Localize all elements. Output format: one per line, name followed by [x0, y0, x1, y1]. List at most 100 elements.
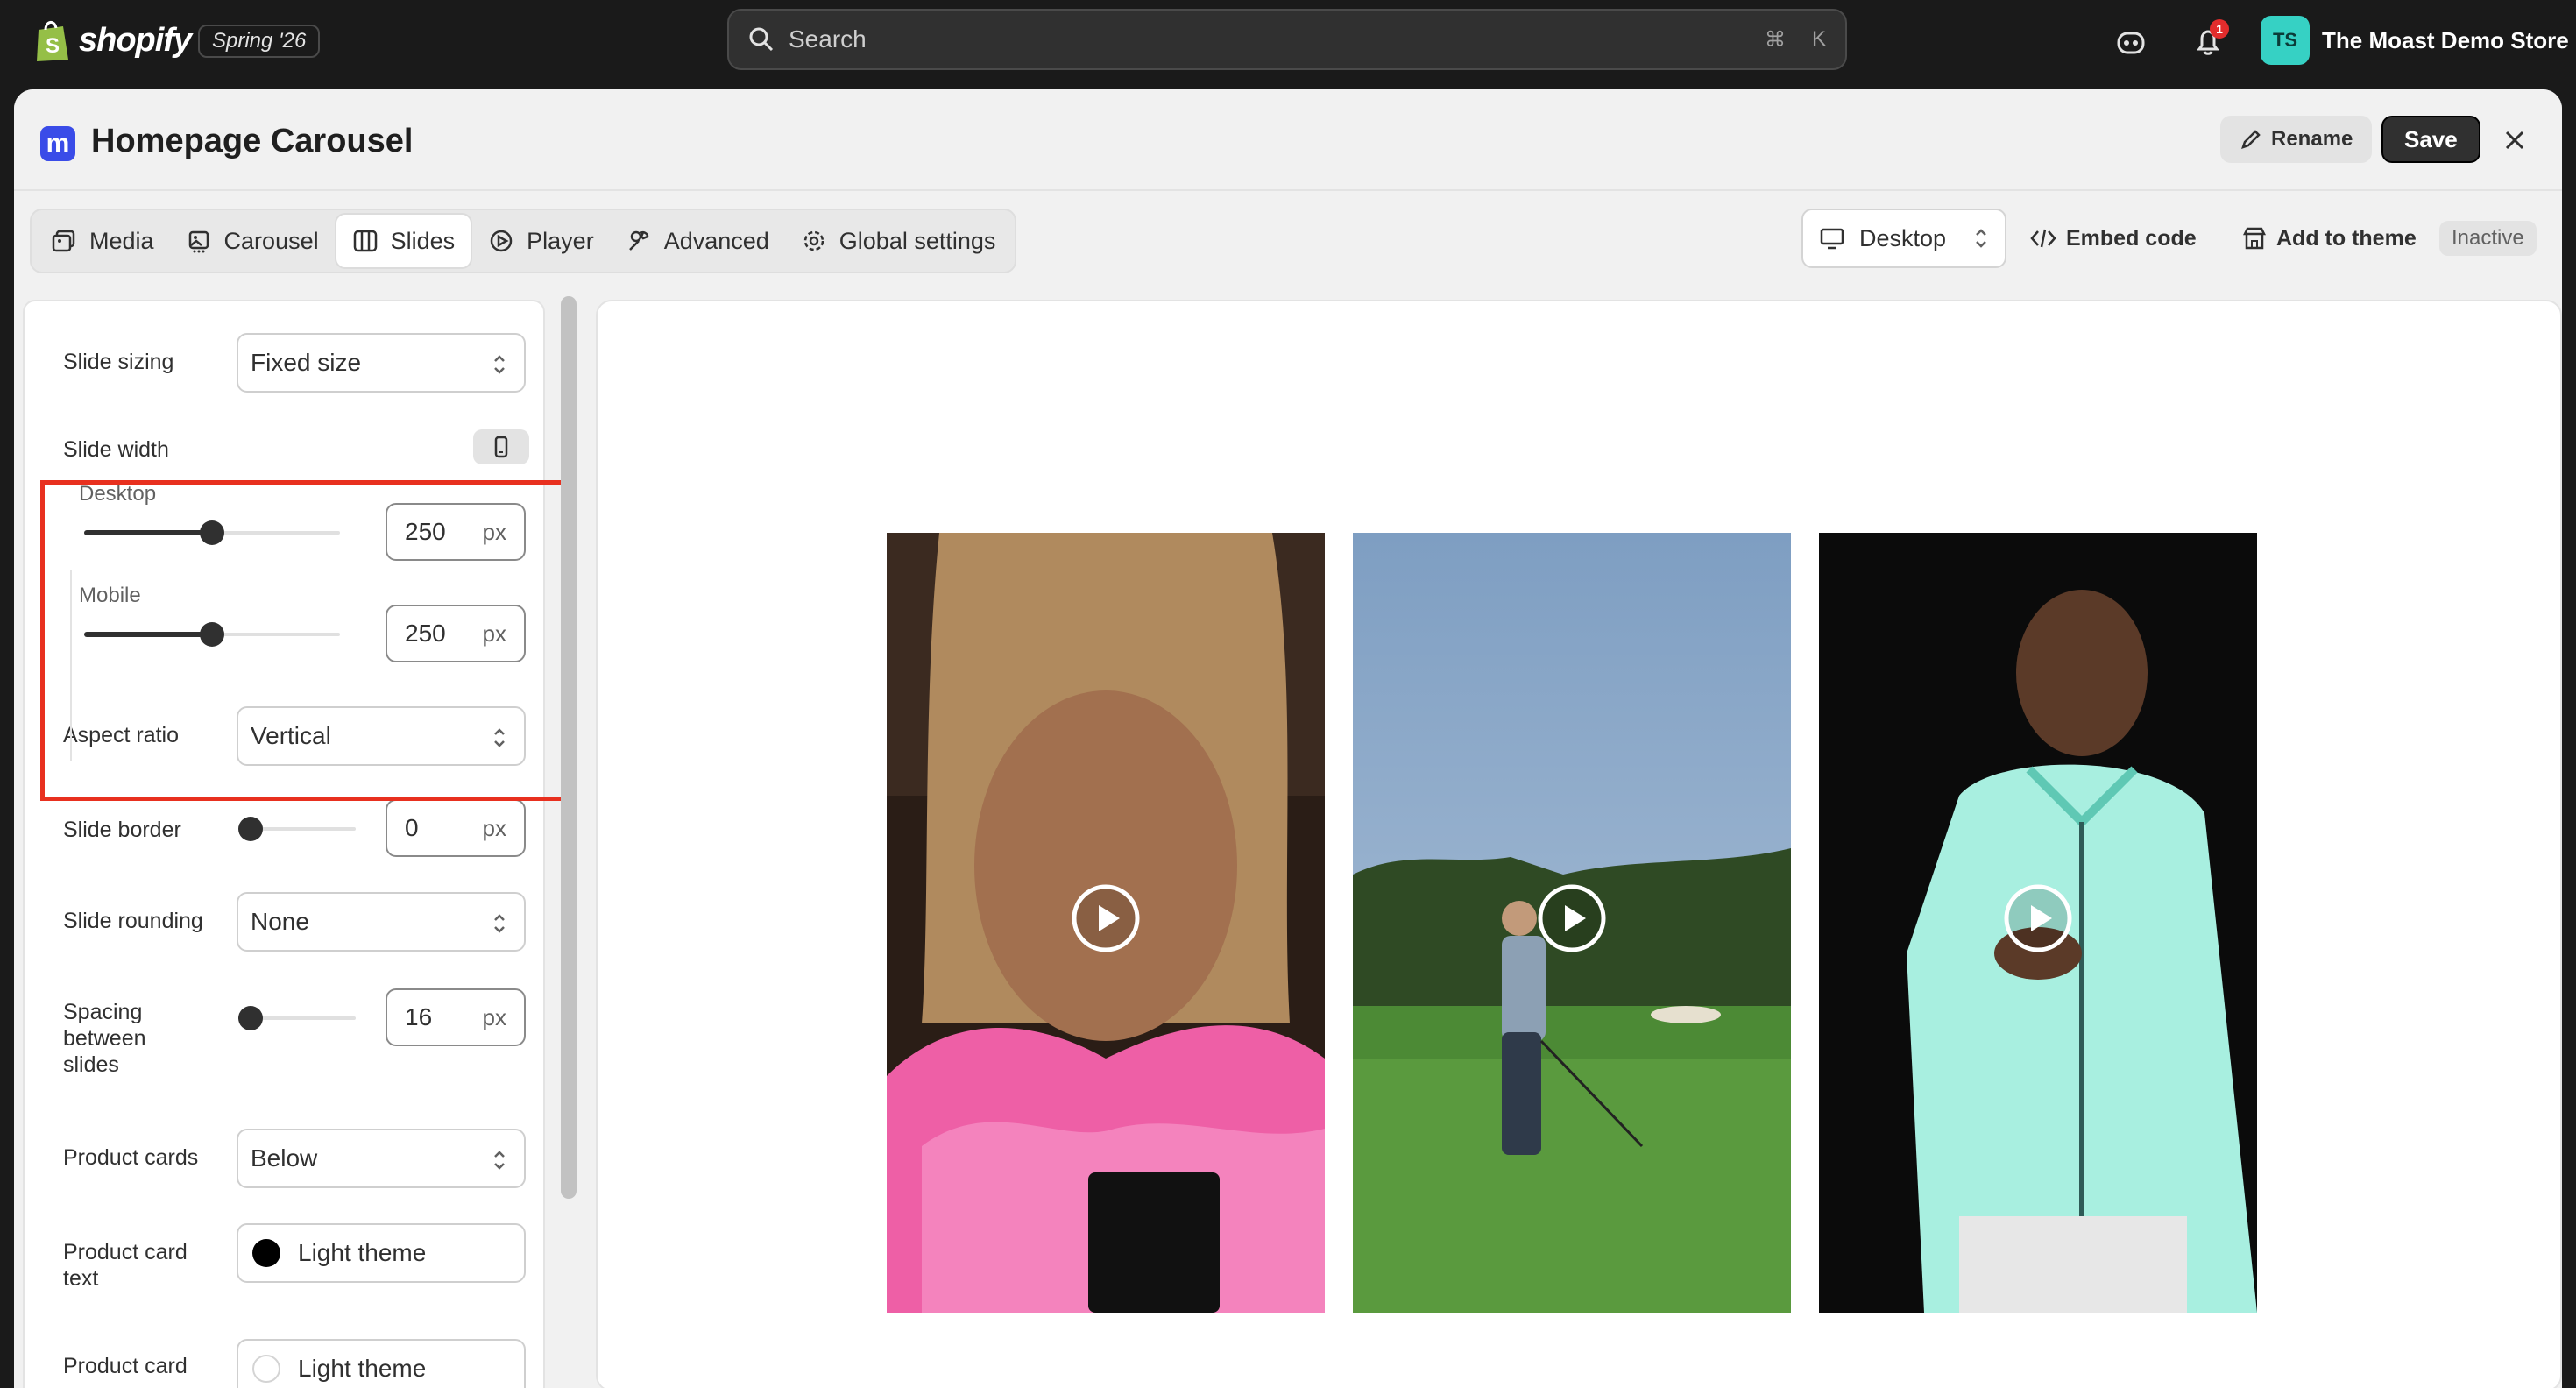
slider-fill — [84, 530, 212, 535]
desktop-width-value: 250 — [405, 518, 446, 545]
slide-rounding-select[interactable]: None — [237, 892, 526, 952]
modal-header: m Homepage Carousel Rename Save — [14, 89, 2562, 191]
store-menu[interactable]: TS The Moast Demo Store — [2261, 16, 2569, 65]
tab-label: Global settings — [839, 227, 996, 254]
play-icon[interactable] — [1537, 883, 1607, 953]
product-card-bg-color[interactable]: Light theme — [237, 1339, 526, 1388]
slider-thumb[interactable] — [238, 817, 263, 841]
color-swatch — [252, 1355, 280, 1383]
spacing-label-line: Spacing — [63, 1000, 143, 1024]
store-name: The Moast Demo Store — [2322, 26, 2569, 53]
product-cards-value: Below — [251, 1144, 318, 1172]
mobile-width-slider[interactable] — [84, 622, 340, 647]
slide-border-input[interactable]: 0 px — [386, 799, 526, 857]
play-icon[interactable] — [1071, 883, 1141, 953]
label-line: text — [63, 1266, 99, 1291]
chevron-updown-icon — [494, 1151, 505, 1170]
add-to-theme-button[interactable]: Add to theme — [2241, 221, 2417, 256]
slide-rounding-label: Slide rounding — [63, 909, 203, 933]
mobile-toggle-button[interactable] — [473, 429, 529, 464]
mobile-width-input[interactable]: 250 px — [386, 605, 526, 662]
slider-fill — [84, 632, 212, 637]
search-input[interactable]: Search ⌘ K — [727, 9, 1847, 70]
add-theme-label: Add to theme — [2276, 225, 2417, 251]
tab-player[interactable]: Player — [472, 213, 610, 269]
slide-sizing-select[interactable]: Fixed size — [237, 333, 526, 393]
mobile-width-label: Mobile — [79, 584, 141, 607]
slides-icon — [353, 230, 377, 252]
gear-icon — [803, 230, 824, 251]
shopify-bag-icon: S — [37, 21, 68, 61]
play-icon[interactable] — [2003, 883, 2073, 953]
tab-label: Player — [527, 227, 594, 254]
rename-button[interactable]: Rename — [2220, 116, 2373, 163]
slide-video-1[interactable] — [887, 533, 1325, 1313]
close-icon[interactable] — [2499, 124, 2530, 156]
desktop-width-slider[interactable] — [84, 520, 340, 545]
slide-border-slider[interactable] — [238, 817, 356, 841]
tab-slides[interactable]: Slides — [334, 213, 473, 269]
spacing-label: Spacing between slides — [63, 999, 146, 1078]
product-card-text-color[interactable]: Light theme — [237, 1223, 526, 1283]
aspect-ratio-label: Aspect ratio — [63, 723, 180, 747]
product-cards-select[interactable]: Below — [237, 1129, 526, 1188]
shortcut-key: K — [1811, 27, 1826, 51]
mobile-icon — [494, 436, 508, 458]
carousel-icon — [188, 230, 209, 253]
tab-advanced[interactable]: Advanced — [610, 213, 785, 269]
status-badge: Inactive — [2439, 221, 2537, 256]
slide-sizing-value: Fixed size — [251, 349, 362, 376]
slide-width-label: Slide width — [63, 437, 169, 462]
unit-label: px — [482, 1003, 506, 1030]
device-select[interactable]: Desktop — [1801, 209, 2006, 268]
tab-label: Carousel — [223, 227, 319, 254]
search-placeholder: Search — [789, 25, 867, 53]
save-button[interactable]: Save — [2381, 116, 2480, 163]
aspect-ratio-value: Vertical — [251, 722, 331, 749]
slide-sizing-label: Slide sizing — [63, 350, 174, 374]
rename-label: Rename — [2271, 127, 2353, 151]
sidekick-icon[interactable] — [2112, 23, 2150, 61]
tab-label: Media — [89, 227, 154, 254]
aspect-ratio-select[interactable]: Vertical — [237, 706, 526, 766]
spacing-slider[interactable] — [238, 1006, 356, 1030]
edition-badge[interactable]: Spring '26 — [198, 25, 321, 58]
slide-video-3[interactable] — [1819, 533, 2257, 1313]
shopify-logo[interactable]: S shopify — [33, 18, 192, 63]
tab-media[interactable]: Media — [35, 213, 170, 269]
app-icon: m — [40, 126, 75, 161]
tab-carousel[interactable]: Carousel — [170, 213, 335, 269]
slider-thumb[interactable] — [200, 520, 224, 545]
panel-scrollbar[interactable] — [561, 296, 577, 1199]
spacing-input[interactable]: 16 px — [386, 988, 526, 1046]
carousel-editor-modal: m Homepage Carousel Rename Save Media Ca… — [14, 89, 2562, 1388]
tab-label: Advanced — [663, 227, 769, 254]
slide-video-2[interactable] — [1353, 533, 1791, 1313]
editor-tabs: Media Carousel Slides Player Advanced Gl… — [30, 209, 1017, 273]
desktop-icon — [1820, 228, 1844, 250]
unit-label: px — [482, 518, 506, 545]
slide-width-group-line — [70, 570, 72, 761]
label-line: Product card — [63, 1240, 188, 1264]
media-icon — [52, 230, 75, 252]
chevron-updown-icon — [494, 355, 505, 374]
slider-thumb[interactable] — [200, 622, 224, 647]
shortcut-cmd: ⌘ — [1764, 27, 1786, 52]
product-card-bg-value: Light theme — [298, 1355, 427, 1382]
notification-bell-icon[interactable]: 1 — [2189, 19, 2229, 61]
slider-thumb[interactable] — [238, 1006, 263, 1030]
unit-label: px — [482, 620, 506, 647]
desktop-width-input[interactable]: 250 px — [386, 503, 526, 561]
tab-global-settings[interactable]: Global settings — [785, 213, 1012, 269]
embed-code-button[interactable]: Embed code — [2029, 221, 2197, 256]
color-swatch — [252, 1239, 280, 1267]
svg-text:S: S — [46, 34, 60, 58]
chevron-updown-icon — [494, 914, 505, 933]
device-value: Desktop — [1859, 224, 1947, 251]
spacing-label-line: slides — [63, 1052, 119, 1077]
slide-border-label: Slide border — [63, 818, 181, 842]
chevron-updown-icon — [1976, 229, 1986, 248]
product-card-text-label: Product card text — [63, 1239, 188, 1292]
wrench-icon — [628, 230, 648, 251]
unit-label: px — [482, 814, 506, 841]
